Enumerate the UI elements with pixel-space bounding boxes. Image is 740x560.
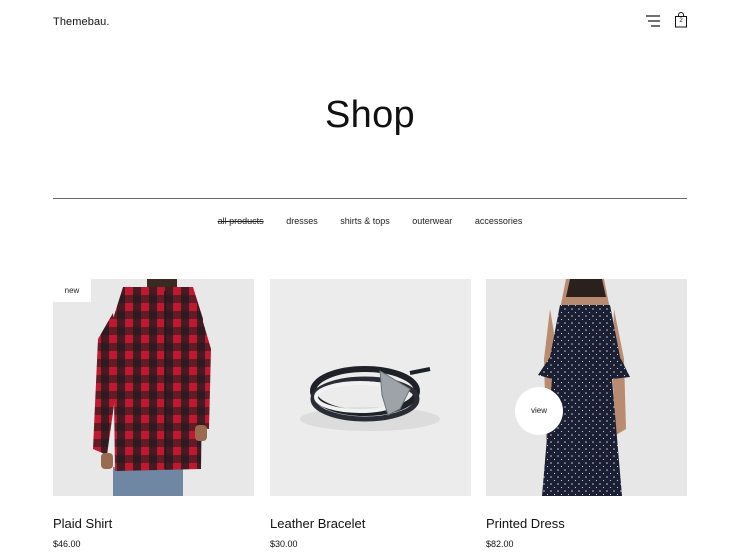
product-image[interactable]: new [53, 279, 254, 496]
hamburger-menu-icon[interactable] [645, 14, 661, 28]
shopping-bag-icon[interactable]: 2 [674, 12, 688, 28]
product-photo-plaid-shirt [53, 279, 254, 496]
product-image[interactable] [270, 279, 471, 496]
filter-outerwear[interactable]: outerwear [412, 216, 452, 226]
quick-view-button[interactable]: view [515, 387, 563, 435]
page-title: Shop [325, 94, 415, 136]
product-price: $46.00 [53, 539, 81, 549]
product-photo-printed-dress [486, 279, 687, 496]
filter-dresses[interactable]: dresses [286, 216, 318, 226]
product-card-printed-dress[interactable]: view Printed Dress $82.00 [486, 279, 687, 549]
site-header: Themebau. 2 [53, 12, 687, 34]
product-price: $30.00 [270, 539, 298, 549]
product-card-leather-bracelet[interactable]: Leather Bracelet $30.00 [270, 279, 471, 549]
product-price: $82.00 [486, 539, 514, 549]
category-filter-nav: all products dresses shirts & tops outer… [0, 216, 740, 226]
product-name[interactable]: Leather Bracelet [270, 516, 471, 531]
filter-shirts-tops[interactable]: shirts & tops [340, 216, 390, 226]
product-image[interactable]: view [486, 279, 687, 496]
product-name[interactable]: Plaid Shirt [53, 516, 254, 531]
product-card-plaid-shirt[interactable]: new Plaid Shirt $46.00 [53, 279, 254, 549]
cart-count-badge: 2 [679, 18, 683, 24]
site-logo[interactable]: Themebau. [53, 16, 110, 28]
new-badge: new [53, 279, 91, 302]
filter-accessories[interactable]: accessories [475, 216, 523, 226]
product-photo-leather-bracelet [270, 279, 471, 496]
product-name[interactable]: Printed Dress [486, 516, 687, 531]
filter-all-products[interactable]: all products [218, 216, 264, 226]
divider [53, 198, 687, 199]
